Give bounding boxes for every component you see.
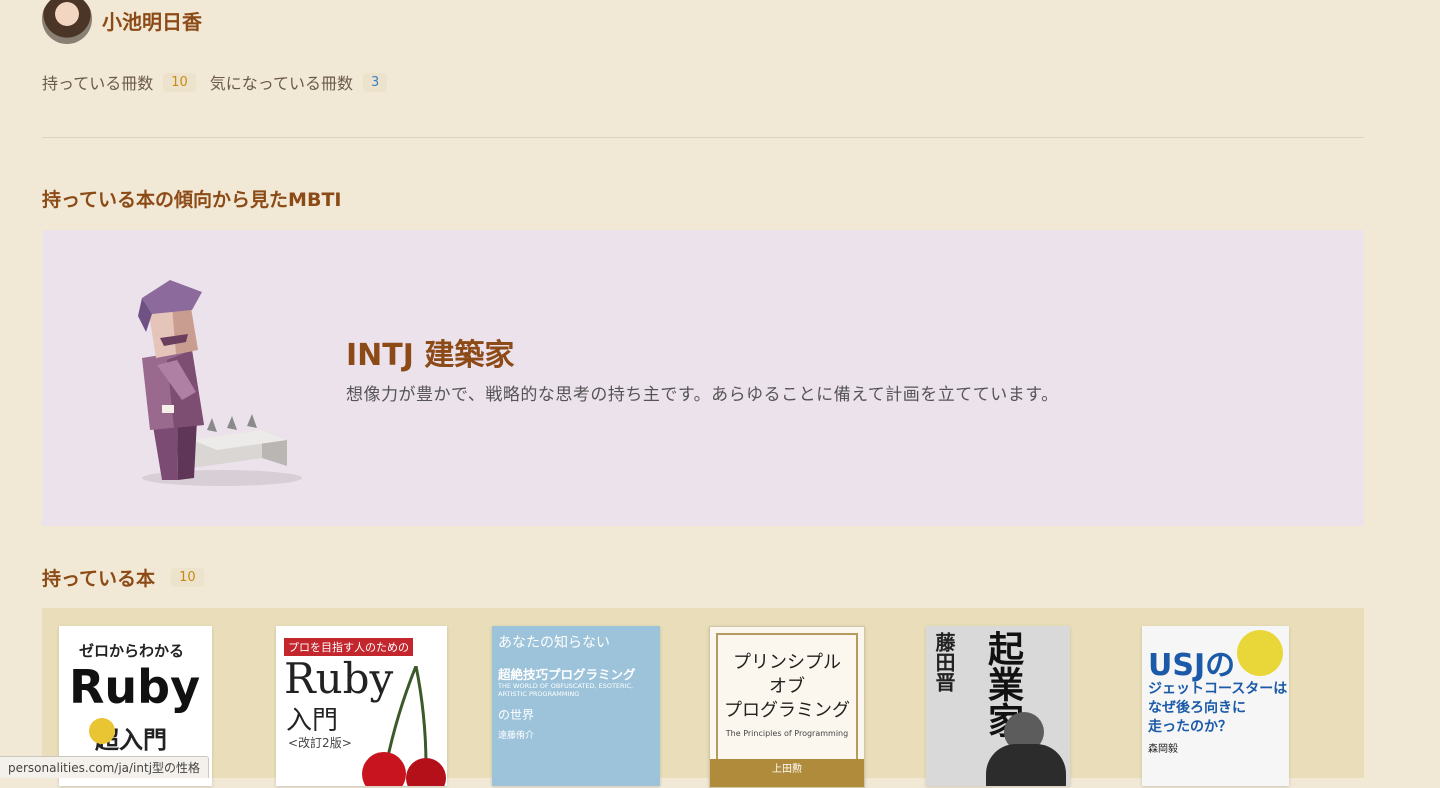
book-subtitle: ジェットコースターは なぜ後ろ向きに 走ったのか？ xyxy=(1148,681,1288,735)
book-author: 森岡毅 xyxy=(1148,744,1178,755)
book-cover-principles[interactable]: プリンシプル オブ プログラミング The Principles of Prog… xyxy=(709,626,865,788)
owned-books-section: 持っている本 10 xyxy=(42,564,218,591)
architect-illustration xyxy=(138,280,302,486)
book-english-title: THE WORLD OF OBFUSCATED, ESOTERIC, ARTIS… xyxy=(498,682,634,698)
badge-icon xyxy=(1237,630,1283,676)
book-title: Ruby xyxy=(69,660,201,714)
book-author: 藤田晋 xyxy=(932,632,956,692)
book-author: 上田勲 xyxy=(772,764,802,775)
book-top-text: あなたの知らない xyxy=(498,635,610,651)
avatar[interactable] xyxy=(42,0,92,44)
mbti-description: 想像力が豊かで、戦略的な思考の持ち主です。あらゆることに備えて計画を立てています… xyxy=(346,385,1059,405)
owned-count-label[interactable]: 持っている冊数 xyxy=(42,70,153,94)
owned-books-title: 持っている本 xyxy=(42,568,156,590)
book-author: 遠藤侑介 xyxy=(498,731,535,741)
book-cover-ruby-pro[interactable]: プロを目指す人のための Ruby 入門 <改訂2版> xyxy=(276,626,447,786)
book-title: プリンシプル オブ プログラミング xyxy=(724,652,850,721)
mbti-type-title: INTJ 建築家 xyxy=(346,338,515,373)
cherry-icon xyxy=(362,666,446,786)
book-cover-entrepreneur[interactable]: 藤田晋 起業家 xyxy=(926,626,1070,786)
book-title: USJの xyxy=(1148,648,1236,683)
book-top-text: ゼロからわかる xyxy=(79,642,185,660)
portrait-body xyxy=(986,744,1066,786)
wanted-count-badge: 3 xyxy=(362,72,388,92)
book-counts: 持っている冊数 10 気になっている冊数 3 xyxy=(42,70,401,94)
leaf-icon xyxy=(89,718,115,744)
mbti-section-title: 持っている本の傾向から見たMBTI xyxy=(42,189,342,211)
book-cover-usj[interactable]: USJの ジェットコースターは なぜ後ろ向きに 走ったのか？ 森岡毅 xyxy=(1142,626,1289,786)
owned-books-count-badge: 10 xyxy=(171,568,204,587)
status-bar-url: personalities.com/ja/intj型の性格 xyxy=(0,756,210,778)
book-english-title: The Principles of Programming xyxy=(725,729,849,738)
user-name: 小池明日香 xyxy=(102,9,202,34)
divider xyxy=(42,137,1364,138)
owned-count-badge: 10 xyxy=(163,72,196,92)
book-cover-obfuscated-programming[interactable]: あなたの知らない 超絶技巧プログラミング THE WORLD OF OBFUSC… xyxy=(492,626,660,786)
bookshelf: ゼロからわかる Ruby 超入門 プロを目指す人のための Ruby 入門 <改訂… xyxy=(42,608,1364,788)
wanted-count-label[interactable]: 気になっている冊数 xyxy=(210,70,353,94)
book-subtitle: の世界 xyxy=(498,708,535,722)
book-title: 超絶技巧プログラミング xyxy=(498,667,636,682)
mbti-panel: INTJ 建築家 想像力が豊かで、戦略的な思考の持ち主です。あらゆることに備えて… xyxy=(42,230,1364,526)
book-subtitle: 入門 xyxy=(286,706,339,736)
book-edition: <改訂2版> xyxy=(288,736,352,750)
profile-header: 小池明日香 xyxy=(42,0,202,44)
